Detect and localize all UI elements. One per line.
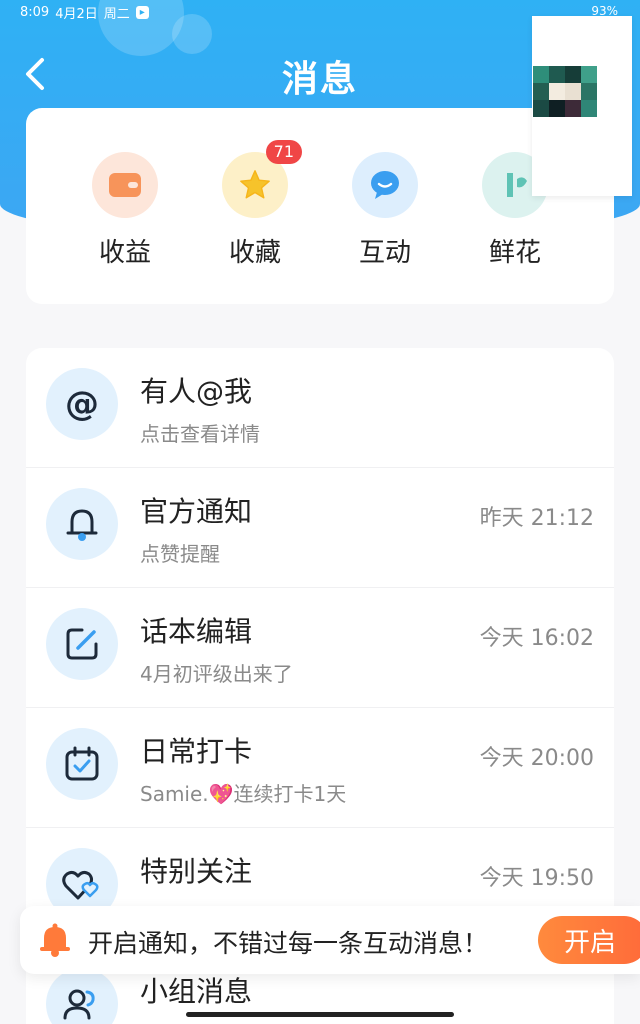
message-preview: 点赞提醒 [140, 542, 220, 566]
status-date: 4月2日 [55, 6, 98, 22]
app-notification-icon: ▸ [135, 5, 149, 19]
list-item-daily-checkin[interactable]: 日常打卡 Samie.💖连续打卡1天 今天 20:00 [26, 708, 614, 828]
quick-action-label: 互动 [358, 238, 411, 268]
message-preview: 4月初评级出来了 [140, 662, 293, 686]
message-time: 昨天 21:12 [479, 506, 594, 531]
message-title: 小组消息 [140, 975, 253, 1008]
quick-action-label: 收藏 [228, 238, 281, 268]
message-preview: Samie.💖连续打卡1天 [140, 782, 347, 806]
group-icon [46, 968, 118, 1024]
message-time: 今天 19:50 [479, 866, 594, 891]
message-title: 特别关注 [140, 855, 253, 888]
avatar-mosaic [533, 66, 597, 117]
quick-action-label: 收益 [98, 238, 151, 268]
status-time: 8:09 [20, 4, 50, 20]
list-item-script-editor[interactable]: 话本编辑 4月初评级出来了 今天 16:02 [26, 588, 614, 708]
bell-icon [40, 923, 70, 957]
wallet-icon [92, 152, 158, 218]
edit-icon [46, 608, 118, 680]
quick-action-label: 鲜花 [488, 238, 541, 268]
message-title: 官方通知 [140, 495, 253, 528]
enable-notifications-banner: 开启通知，不错过每一条互动消息！ 开启 [20, 906, 640, 974]
message-preview: 点击查看详情 [140, 422, 260, 446]
message-time: 今天 16:02 [479, 626, 594, 651]
chat-bubble-icon [352, 152, 418, 218]
unread-badge: 71 [265, 140, 302, 164]
message-title: 话本编辑 [140, 615, 253, 648]
star-icon: 71 [222, 140, 302, 218]
home-indicator[interactable] [186, 1012, 454, 1017]
status-weekday: 周二 [103, 6, 130, 22]
enable-notifications-button[interactable]: 开启 [538, 916, 640, 964]
message-title: 有人@我 [140, 375, 253, 408]
quick-action-favorites[interactable]: 71 收藏 [200, 140, 310, 269]
bell-icon [46, 488, 118, 560]
at-icon: @ [46, 368, 118, 440]
quick-actions-card: 收益 71 收藏 互动 鲜花 [26, 108, 614, 304]
quick-action-earnings[interactable]: 收益 [70, 152, 180, 269]
message-time: 今天 20:00 [479, 746, 594, 771]
quick-action-interaction[interactable]: 互动 [330, 152, 440, 269]
banner-text: 开启通知，不错过每一条互动消息！ [88, 929, 489, 958]
calendar-check-icon [46, 728, 118, 800]
list-item-official-notice[interactable]: 官方通知 点赞提醒 昨天 21:12 [26, 468, 614, 588]
list-item-mentions[interactable]: @ 有人@我 点击查看详情 [26, 348, 614, 468]
message-title: 日常打卡 [140, 735, 253, 768]
